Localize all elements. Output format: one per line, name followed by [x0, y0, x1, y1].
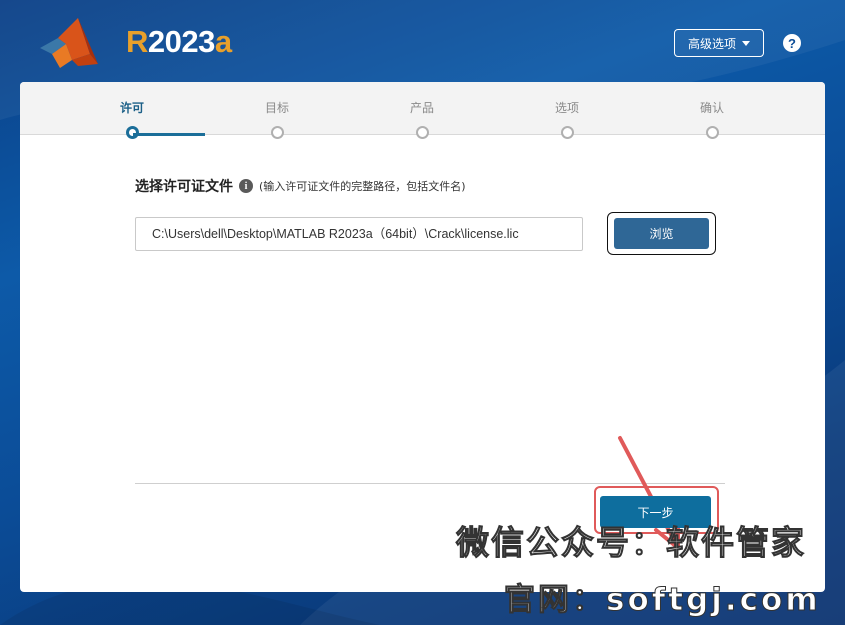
step-indicator — [706, 126, 719, 139]
caret-down-icon — [742, 41, 750, 46]
help-icon[interactable]: ? — [783, 34, 801, 52]
step-label: 许可 — [119, 101, 144, 115]
step-label: 选项 — [554, 101, 579, 115]
advanced-options-label: 高级选项 — [687, 36, 736, 51]
step-destination: 目标 — [237, 82, 317, 139]
info-icon[interactable]: i — [239, 179, 253, 193]
step-label: 确认 — [699, 101, 724, 115]
step-license: 许可 — [92, 82, 172, 139]
step-options: 选项 — [527, 82, 607, 139]
step-indicator — [561, 126, 574, 139]
brand-r: R — [126, 24, 148, 59]
license-path-input[interactable]: C:\Users\dell\Desktop\MATLAB R2023a（64bi… — [135, 217, 583, 251]
advanced-options-button[interactable]: 高级选项 — [674, 29, 764, 57]
brand-a: a — [214, 24, 232, 59]
brand-year: 2023 — [147, 24, 215, 59]
step-indicator — [271, 126, 284, 139]
license-hint: (输入许可证文件的完整路径，包括文件名) — [259, 180, 466, 193]
product-version-title: R2023a — [126, 24, 232, 60]
watermark-website: 官网：softgj.com — [504, 582, 821, 619]
browse-button[interactable]: 浏览 — [614, 218, 709, 249]
browse-focus-ring: 浏览 — [607, 212, 716, 255]
matlab-logo-icon — [40, 18, 98, 68]
step-confirm: 确认 — [672, 82, 752, 139]
license-title: 选择许可证文件 — [135, 179, 233, 195]
step-label: 产品 — [409, 101, 434, 115]
step-label: 目标 — [264, 101, 289, 115]
license-section-header: 选择许可证文件 i (输入许可证文件的完整路径，包括文件名) — [135, 176, 466, 196]
watermark-wechat: 微信公众号：软件管家 — [456, 523, 806, 563]
step-indicator — [416, 126, 429, 139]
active-step-underline — [133, 133, 205, 136]
step-products: 产品 — [382, 82, 462, 139]
step-progress-bar: 许可 目标 产品 选项 确认 — [20, 82, 825, 139]
